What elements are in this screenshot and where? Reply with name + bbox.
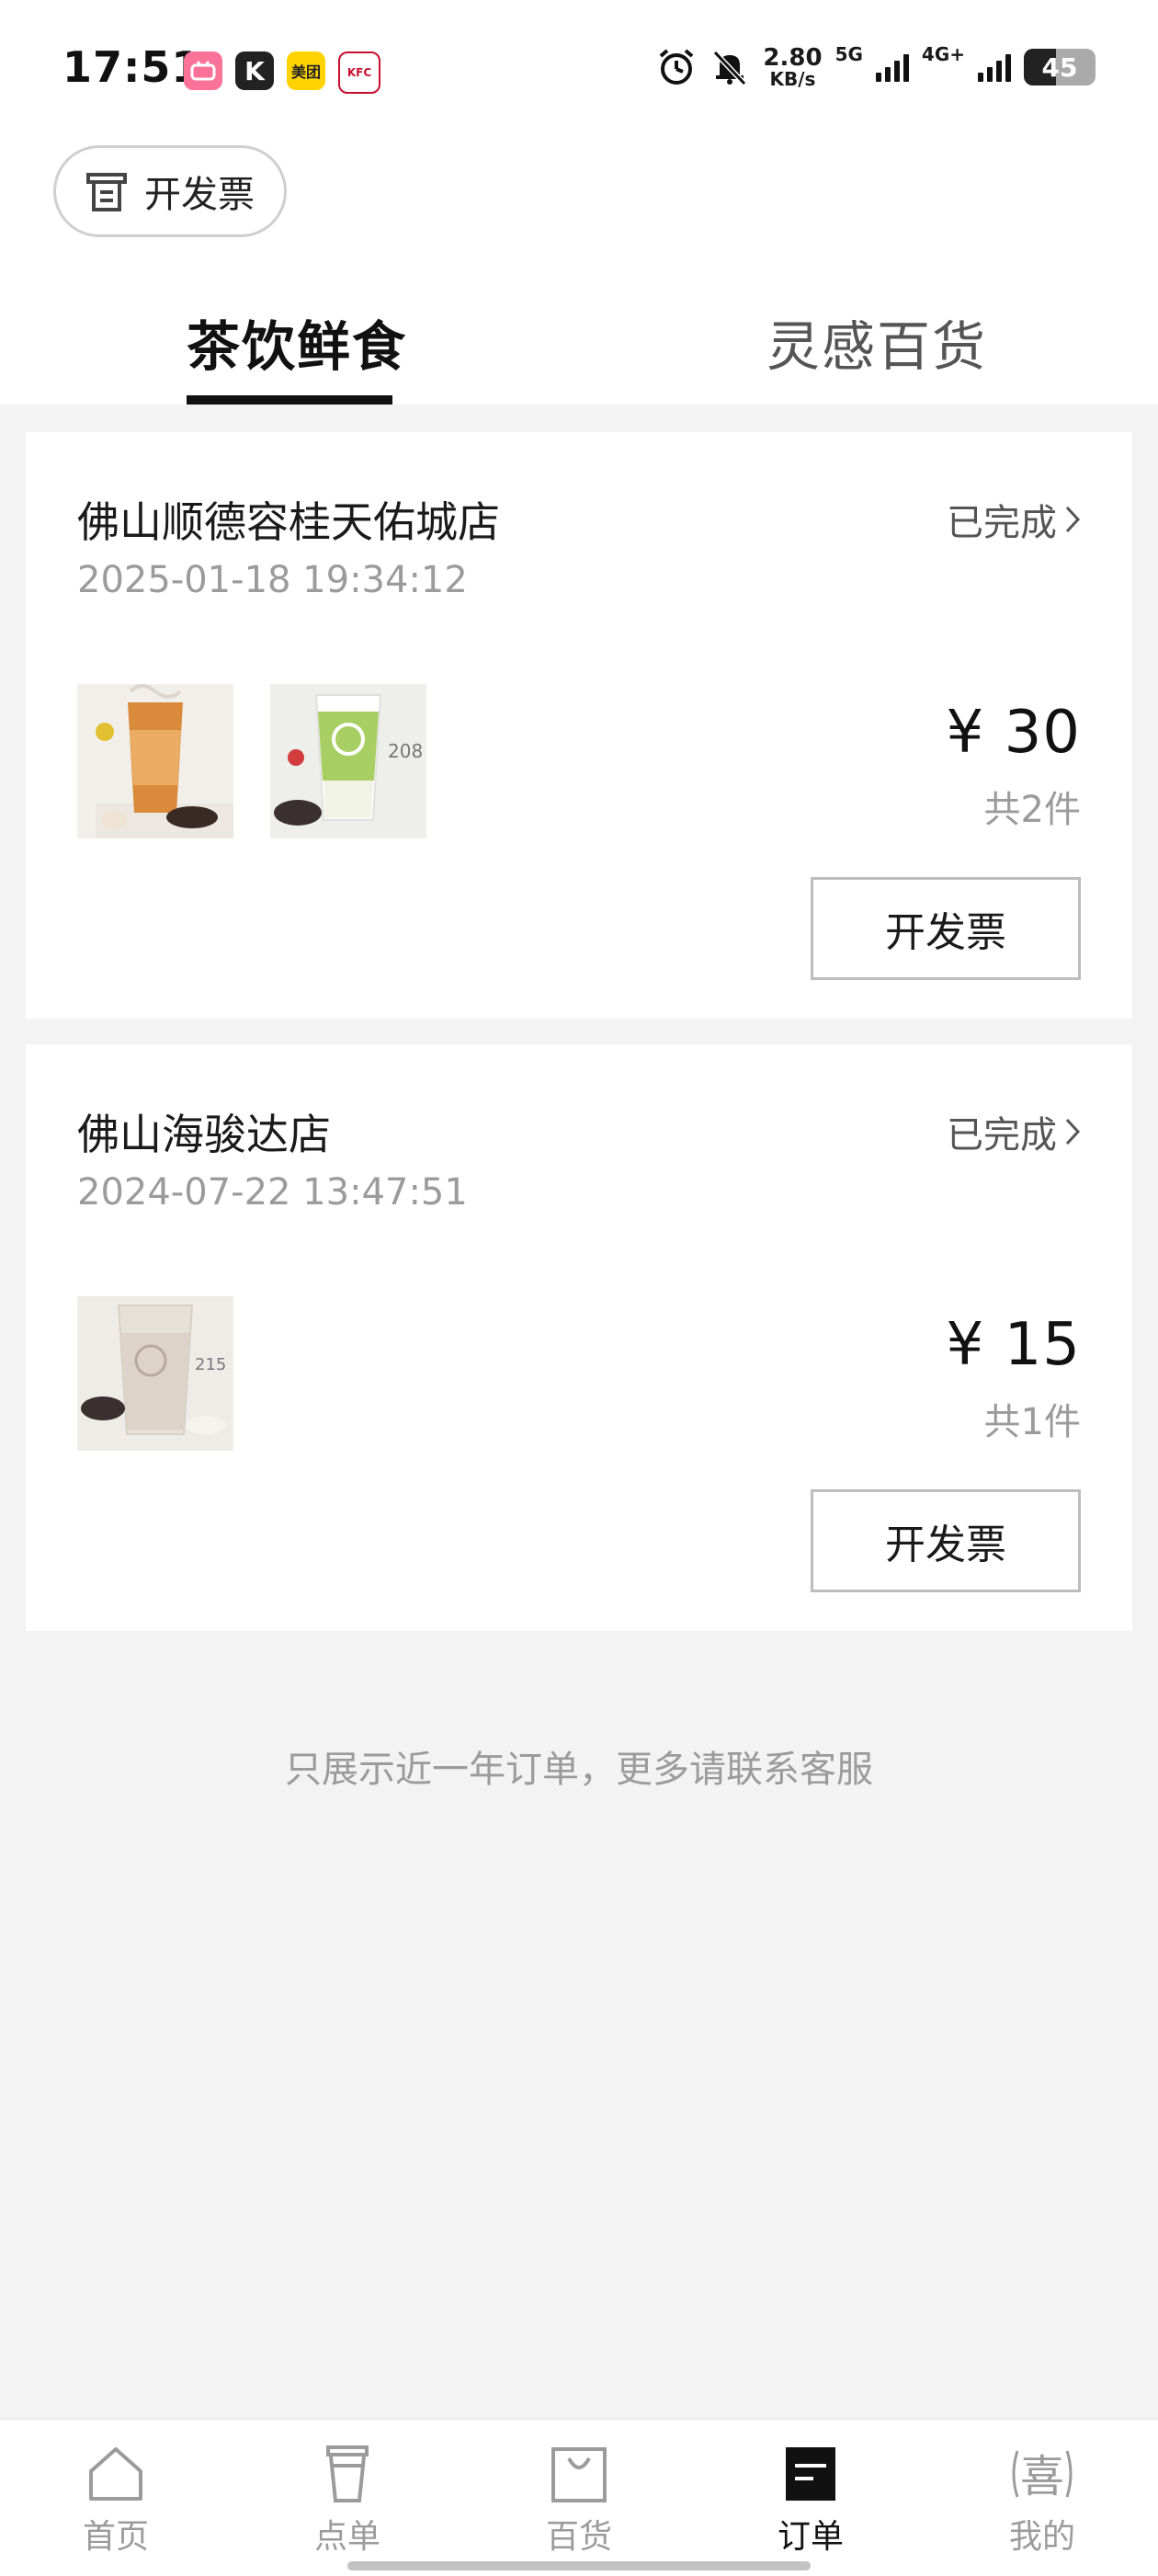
order-icon — [786, 2447, 835, 2501]
tea-latte-thumb: 215 — [77, 1296, 233, 1451]
network-speed: 2.80 KB/s — [763, 46, 822, 88]
store-name: 佛山海骏达店 — [77, 1110, 331, 1159]
issue-invoice-button[interactable]: 开发票 — [811, 1489, 1081, 1592]
status-bar: 17:51 K 美团 KFC 2.80 KB/s 5G 4G+ 45 — [0, 0, 1158, 138]
chevron-right-icon — [1065, 1118, 1081, 1146]
milk-tea-thumb — [77, 684, 233, 838]
bottom-nav: 首页 点单 百货 订单 喜 我的 — [0, 2418, 1158, 2576]
tab-tea-food[interactable]: 茶饮鲜食 — [187, 303, 407, 381]
nav-order-drinks-label: 点单 — [313, 2518, 380, 2556]
signal-5g-icon — [875, 52, 909, 82]
network-4g-label: 4G+ — [921, 43, 965, 65]
tab-lifestyle-goods[interactable]: 灵感百货 — [766, 303, 987, 381]
signal-4g-icon — [978, 52, 1011, 82]
svg-text:215: 215 — [195, 1355, 226, 1374]
invoice-pill-label: 开发票 — [144, 174, 255, 216]
order-price: ¥ 15 — [946, 1311, 1081, 1379]
network-5g-label: 5G — [834, 43, 863, 65]
invoice-icon — [86, 173, 127, 211]
home-indicator[interactable] — [347, 2561, 811, 2570]
battery-icon: 45 — [1024, 49, 1096, 85]
order-time: 2025-01-18 19:34:12 — [77, 559, 468, 601]
order-status-link[interactable]: 已完成 — [947, 493, 1081, 546]
nav-goods-label: 百货 — [545, 2518, 612, 2556]
active-tab-indicator — [187, 395, 392, 405]
nav-order-drinks[interactable]: 点单 — [278, 2444, 416, 2558]
network-speed-value: 2.80 — [763, 44, 823, 72]
nav-goods[interactable]: 百货 — [510, 2444, 648, 2558]
bell-muted-icon — [713, 50, 747, 86]
kfc-app-icon: KFC — [338, 51, 380, 94]
nav-home-label: 首页 — [82, 2518, 149, 2556]
order-time: 2024-07-22 13:47:51 — [77, 1171, 468, 1214]
battery-level: 45 — [1041, 51, 1078, 83]
bilibili-app-icon — [184, 51, 222, 90]
order-status-text: 已完成 — [947, 502, 1057, 544]
nav-orders[interactable]: 订单 — [742, 2444, 880, 2558]
status-indicators: 2.80 KB/s 5G 4G+ 45 — [656, 43, 1096, 88]
profile-xi-icon: 喜 — [1012, 2450, 1073, 2502]
order-card[interactable]: 佛山海骏达店 2024-07-22 13:47:51 已完成 215 ¥ 15 … — [26, 1044, 1132, 1631]
status-app-icons: K 美团 KFC — [184, 51, 380, 94]
cup-icon — [326, 2445, 369, 2502]
status-time: 17:51 — [62, 42, 202, 92]
k-app-icon: K — [235, 51, 274, 90]
green-tea-thumb: 208 — [270, 684, 426, 838]
svg-text:208: 208 — [388, 740, 423, 762]
order-status-text: 已完成 — [947, 1114, 1057, 1157]
nav-orders-label: 订单 — [777, 2518, 844, 2556]
network-speed-unit: KB/s — [769, 68, 816, 90]
meituan-app-icon: 美团 — [287, 51, 325, 90]
order-card[interactable]: 佛山顺德容桂天佑城店 2025-01-18 19:34:12 已完成 208 ¥… — [26, 432, 1132, 1019]
home-icon — [89, 2447, 142, 2501]
nav-profile[interactable]: 喜 我的 — [973, 2444, 1111, 2558]
nav-profile-label: 我的 — [1008, 2518, 1075, 2556]
svg-text:喜: 喜 — [1020, 2451, 1064, 2502]
order-history-note: 只展示近一年订单，更多请联系客服 — [285, 1749, 873, 1791]
issue-invoice-button[interactable]: 开发票 — [811, 877, 1081, 980]
bag-icon — [551, 2447, 607, 2502]
order-item-count: 共1件 — [983, 1401, 1081, 1443]
invoice-pill-button[interactable]: 开发票 — [53, 145, 287, 237]
chevron-right-icon — [1065, 506, 1081, 533]
order-status-link[interactable]: 已完成 — [947, 1105, 1081, 1158]
order-price: ¥ 30 — [946, 699, 1081, 767]
nav-home[interactable]: 首页 — [47, 2444, 185, 2558]
order-item-count: 共2件 — [983, 789, 1081, 831]
alarm-icon — [660, 49, 694, 85]
store-name: 佛山顺德容桂天佑城店 — [77, 497, 500, 547]
